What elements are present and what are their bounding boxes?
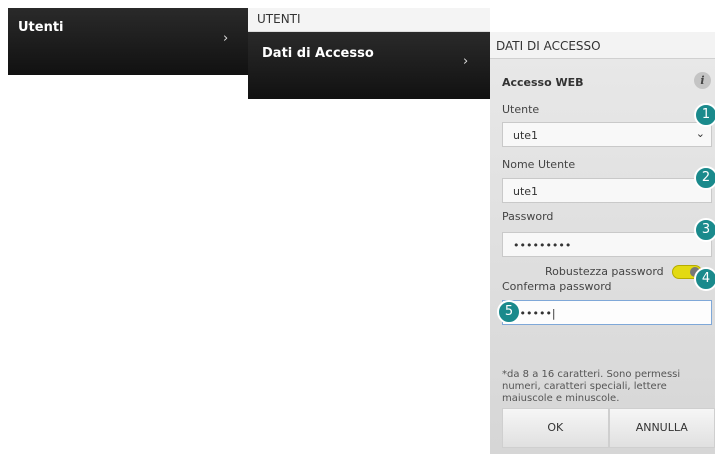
conferma-label: Conferma password xyxy=(502,280,612,293)
panel-header: DATI DI ACCESSO xyxy=(490,32,715,59)
panel-title: DATI DI ACCESSO xyxy=(496,39,601,53)
conferma-password-input[interactable]: ••••••| xyxy=(502,300,712,325)
utente-value: ute1 xyxy=(513,129,539,142)
nome-utente-input[interactable]: ute1 xyxy=(502,178,712,203)
nome-utente-value: ute1 xyxy=(513,185,539,198)
password-hint: *da 8 a 16 caratteri. Sono permessi nume… xyxy=(502,369,681,404)
utente-select[interactable]: ute1 ⌄ xyxy=(502,122,712,147)
annulla-button[interactable]: ANNULLA xyxy=(608,408,715,448)
callout-3: 3 xyxy=(694,218,715,242)
chevron-down-icon: ⌄ xyxy=(695,127,705,140)
menu-dati-di-accesso-label: Dati di Accesso xyxy=(262,46,374,61)
password-input[interactable]: ••••••••• xyxy=(502,232,712,257)
callout-2: 2 xyxy=(694,166,715,190)
callout-5: 5 xyxy=(497,300,521,324)
password-label: Password xyxy=(502,210,554,223)
menu-dati-di-accesso[interactable]: Dati di Accesso › xyxy=(248,32,490,99)
ok-button[interactable]: OK xyxy=(502,408,609,448)
button-row: OK ANNULLA xyxy=(502,408,715,448)
chevron-right-icon: › xyxy=(223,31,229,46)
callout-1: 1 xyxy=(694,103,715,127)
utenti-header-title: UTENTI xyxy=(257,12,301,26)
dati-di-accesso-panel: DATI DI ACCESSO Accesso WEB i Utente ute… xyxy=(490,32,715,454)
robustezza-label: Robustezza password xyxy=(545,265,664,278)
menu-utenti-label: Utenti xyxy=(18,20,64,35)
utente-label: Utente xyxy=(502,103,540,116)
chevron-right-icon: › xyxy=(463,54,469,69)
menu-utenti[interactable]: Utenti › xyxy=(8,8,248,75)
utenti-header: UTENTI xyxy=(248,8,490,32)
info-icon[interactable]: i xyxy=(694,72,711,89)
password-value: ••••••••• xyxy=(513,239,572,252)
section-title: Accesso WEB xyxy=(502,76,584,89)
nome-utente-label: Nome Utente xyxy=(502,158,576,171)
callout-4: 4 xyxy=(694,267,715,291)
